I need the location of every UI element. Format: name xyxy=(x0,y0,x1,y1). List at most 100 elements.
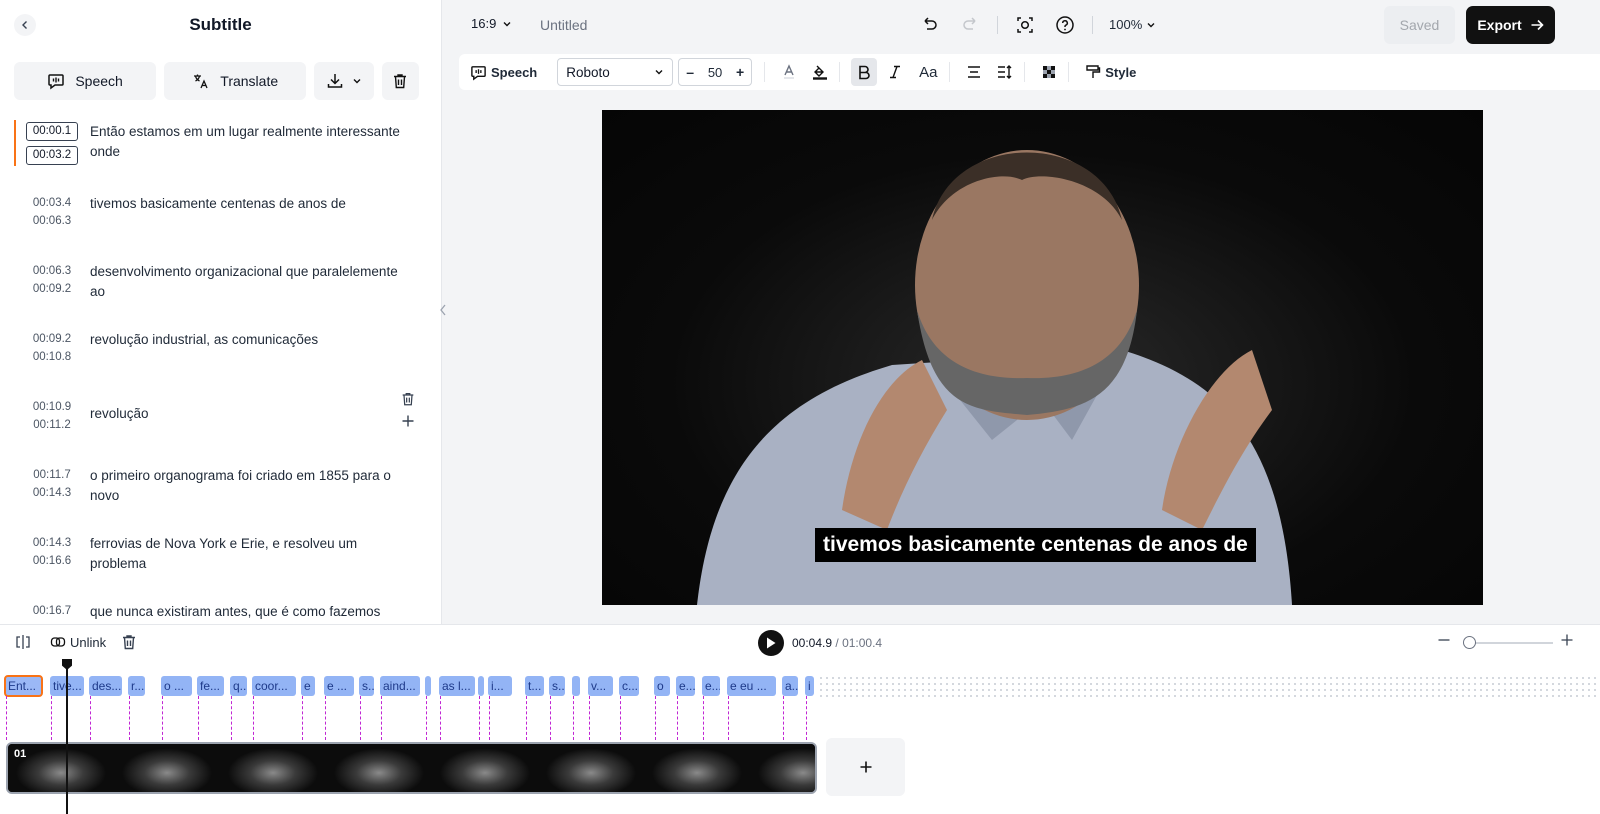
bold-button[interactable] xyxy=(851,58,878,86)
project-title[interactable]: Untitled xyxy=(540,17,587,33)
subtitle-chip[interactable]: e... xyxy=(702,676,720,696)
subtitle-chip[interactable]: c... xyxy=(619,676,639,696)
translate-button[interactable]: Translate xyxy=(164,62,307,100)
subtitle-chip[interactable]: e ... xyxy=(324,676,354,696)
undo-button[interactable] xyxy=(917,12,943,38)
subtitle-chip[interactable]: o ... xyxy=(161,676,192,696)
zoom-select[interactable]: 100% xyxy=(1109,17,1156,32)
subtitle-chip[interactable]: i... xyxy=(488,676,512,696)
font-size-value[interactable]: 50 xyxy=(708,65,722,80)
subtitle-panel: Subtitle Speech Translate 00:00.1 00:03.… xyxy=(0,0,442,636)
timeline-zoom-in[interactable] xyxy=(1560,633,1574,647)
subtitle-row[interactable]: 00:09.2 00:10.8 revolução industrial, as… xyxy=(0,320,441,388)
subtitle-chip[interactable]: e... xyxy=(676,676,695,696)
video-preview[interactable]: tivemos basicamente centenas de anos de xyxy=(602,110,1483,605)
subtitle-chip[interactable]: o xyxy=(654,676,670,696)
paint-roller-icon xyxy=(1086,65,1101,78)
format-speech-button[interactable]: Speech xyxy=(470,64,537,81)
subtitle-chip[interactable]: as l... xyxy=(439,676,475,696)
word-marker xyxy=(440,696,441,740)
subtitle-chip[interactable] xyxy=(425,676,431,696)
opacity-button[interactable] xyxy=(1036,58,1062,86)
split-button[interactable] xyxy=(14,634,32,650)
text-color-button[interactable] xyxy=(776,58,802,86)
timeline-zoom-slider[interactable] xyxy=(1465,642,1553,644)
font-family-select[interactable]: Roboto xyxy=(557,58,674,86)
speech-button[interactable]: Speech xyxy=(14,62,157,100)
subtitle-chip[interactable]: aind... xyxy=(380,676,420,696)
timeline-delete-button[interactable] xyxy=(120,633,138,651)
history-toolbar xyxy=(917,12,1107,38)
subtitle-chip[interactable] xyxy=(478,676,484,696)
subtitle-text[interactable]: tivemos basicamente centenas de anos de xyxy=(90,194,401,214)
subtitle-row[interactable]: 00:14.3 00:16.6 ferrovias de Nova York e… xyxy=(0,524,441,592)
preview-button[interactable] xyxy=(1012,12,1038,38)
playhead[interactable] xyxy=(66,661,68,814)
delete-row-button[interactable] xyxy=(397,388,419,410)
subtitle-row[interactable]: 00:06.3 00:09.2 desenvolvimento organiza… xyxy=(0,252,441,320)
word-marker xyxy=(728,696,729,740)
add-row-button[interactable] xyxy=(397,410,419,432)
subtitle-chip[interactable]: e xyxy=(301,676,315,696)
subtitle-chip[interactable]: r... xyxy=(128,676,145,696)
word-marker xyxy=(381,696,382,740)
subtitle-chip[interactable]: v... xyxy=(588,676,613,696)
track-label: 01 xyxy=(14,748,27,760)
end-time-field[interactable]: 00:03.2 xyxy=(26,146,78,165)
subtitle-text[interactable]: desenvolvimento organizacional que paral… xyxy=(90,262,401,302)
subtitle-chip[interactable]: Ent... xyxy=(4,675,43,697)
aspect-ratio-select[interactable]: 16:9 xyxy=(471,16,512,31)
subtitle-chip[interactable]: s... xyxy=(359,676,374,696)
screen-capture-icon xyxy=(1017,17,1033,33)
collapse-panel-handle[interactable] xyxy=(436,290,450,330)
subtitle-row[interactable]: 00:00.1 00:03.2 Então estamos em um luga… xyxy=(0,116,441,184)
play-button[interactable] xyxy=(758,630,784,656)
subtitle-row[interactable]: 00:11.7 00:14.3 o primeiro organograma f… xyxy=(0,456,441,524)
subtitle-text[interactable]: revolução industrial, as comunicações xyxy=(90,330,401,350)
word-marker xyxy=(703,696,704,740)
line-spacing-button[interactable] xyxy=(992,58,1018,86)
subtitle-row[interactable]: 00:10.9 00:11.2 revolução xyxy=(0,388,441,456)
style-button[interactable]: Style xyxy=(1085,64,1136,80)
delete-all-button[interactable] xyxy=(381,62,419,100)
subtitle-row[interactable]: 00:03.4 00:06.3 tivemos basicamente cent… xyxy=(0,184,441,252)
divider xyxy=(1068,62,1070,82)
word-marker xyxy=(198,696,199,740)
subtitle-chip[interactable]: i xyxy=(805,676,814,696)
subtitle-chip[interactable]: s... xyxy=(549,676,565,696)
subtitle-text[interactable]: revolução xyxy=(90,404,401,424)
subtitle-chip[interactable]: fe... xyxy=(197,676,224,696)
italic-button[interactable] xyxy=(882,58,908,86)
font-size-increase[interactable]: + xyxy=(736,64,744,80)
divider xyxy=(764,62,766,82)
add-clip-button[interactable] xyxy=(826,738,905,796)
unlink-button[interactable]: Unlink xyxy=(50,634,106,650)
timeline-zoom-out[interactable] xyxy=(1437,633,1451,647)
subtitle-chip[interactable]: q... xyxy=(230,676,247,696)
video-caption[interactable]: tivemos basicamente centenas de anos de xyxy=(815,528,1256,562)
font-size-decrease[interactable]: – xyxy=(686,64,694,80)
export-button[interactable]: Export xyxy=(1466,6,1555,44)
timeline-zoom-knob[interactable] xyxy=(1463,636,1476,649)
subtitle-chip[interactable]: e eu ... xyxy=(727,676,776,696)
align-button[interactable] xyxy=(961,58,987,86)
download-button[interactable] xyxy=(314,62,374,100)
playhead-handle[interactable] xyxy=(62,659,72,670)
trash-icon xyxy=(394,74,407,89)
subtitle-chip[interactable]: a... xyxy=(782,676,798,696)
highlight-color-button[interactable] xyxy=(807,58,833,86)
start-time-field[interactable]: 00:00.1 xyxy=(26,122,78,141)
subtitle-chip[interactable]: coor... xyxy=(252,676,296,696)
subtitle-text[interactable]: ferrovias de Nova York e Erie, e resolve… xyxy=(90,534,401,574)
subtitle-chip[interactable]: t... xyxy=(525,676,544,696)
subtitle-text[interactable]: que nunca existiram antes, que é como fa… xyxy=(90,602,401,622)
subtitle-chip[interactable] xyxy=(572,676,580,696)
redo-button[interactable] xyxy=(957,12,983,38)
help-button[interactable] xyxy=(1052,12,1078,38)
video-clip[interactable]: 01 xyxy=(6,742,817,794)
subtitle-chip[interactable]: des... xyxy=(89,676,122,696)
play-icon xyxy=(767,637,776,649)
subtitle-text[interactable]: o primeiro organograma foi criado em 185… xyxy=(90,466,401,506)
subtitle-text[interactable]: Então estamos em um lugar realmente inte… xyxy=(90,122,401,162)
text-case-button[interactable]: Aa xyxy=(913,58,943,86)
